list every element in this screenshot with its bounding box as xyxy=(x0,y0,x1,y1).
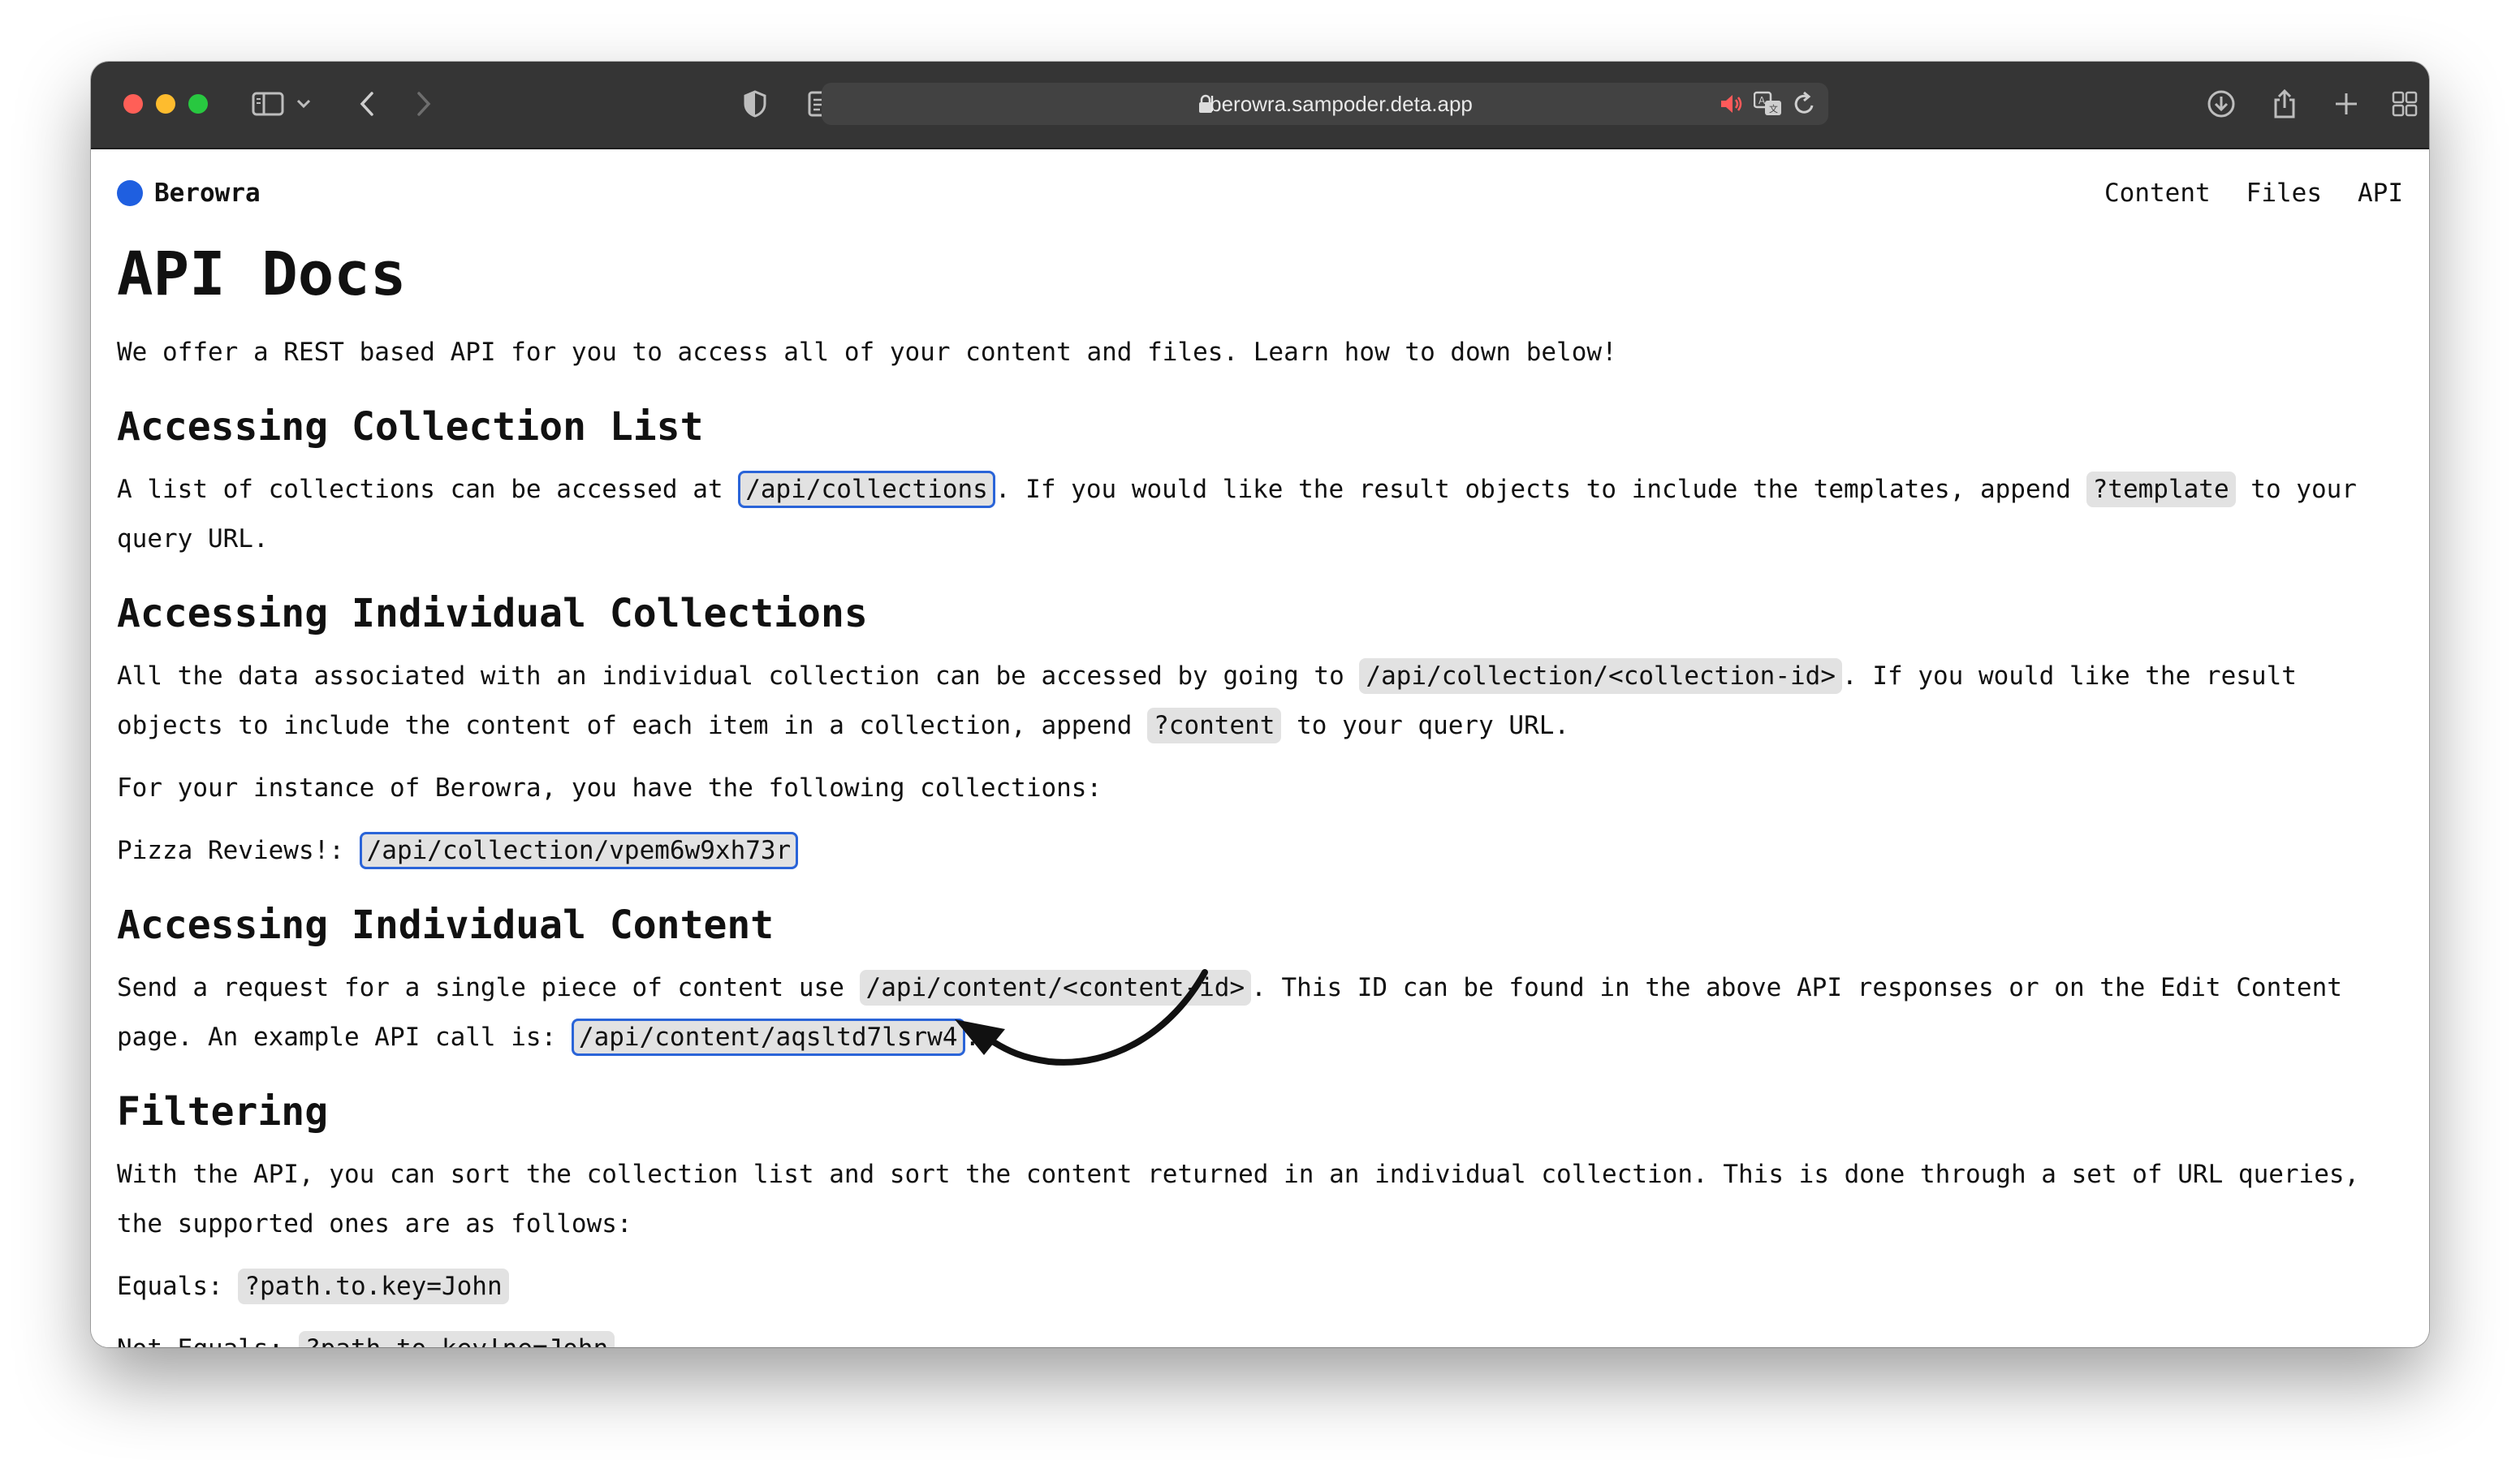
brand-name: Berowra xyxy=(154,179,261,208)
collection-link-code[interactable]: /api/collection/vpem6w9xh73r xyxy=(359,832,799,869)
not-equals-label: Not Equals: xyxy=(117,1334,283,1347)
svg-text:文: 文 xyxy=(1769,103,1778,114)
back-icon[interactable] xyxy=(349,86,385,122)
share-icon[interactable] xyxy=(2267,86,2302,122)
arrow-annotation-icon xyxy=(955,969,1208,1066)
web-page: Berowra Content Files API API Docs We of… xyxy=(91,149,2429,1347)
equals-label: Equals: xyxy=(117,1272,223,1301)
minimize-window-button[interactable] xyxy=(156,94,175,114)
translate-icon[interactable]: A文 xyxy=(1753,91,1783,121)
download-icon[interactable] xyxy=(2203,86,2239,122)
text-segment: Send a request for a single piece of con… xyxy=(117,973,844,1002)
site-brand[interactable]: Berowra xyxy=(117,179,261,208)
close-window-button[interactable] xyxy=(123,94,143,114)
section-heading-individual-content: Accessing Individual Content xyxy=(117,903,775,948)
nav-link-files[interactable]: Files xyxy=(2246,179,2322,208)
collection-id-code: /api/collection/<collection-id> xyxy=(1359,658,1842,694)
reload-icon[interactable] xyxy=(1793,91,1817,121)
example-content-code[interactable]: /api/content/aqsltd7lsrw4 xyxy=(571,1019,965,1056)
site-nav: Content Files API xyxy=(2104,179,2403,208)
tab-overview-icon[interactable] xyxy=(2387,86,2423,122)
collection-label: Pizza Reviews!: xyxy=(117,836,344,865)
zoom-window-button[interactable] xyxy=(188,94,208,114)
chevron-down-icon[interactable] xyxy=(292,86,315,122)
not-equals-code: ?path.to.key!ne=John xyxy=(298,1331,615,1347)
template-query-code: ?template xyxy=(2086,472,2236,507)
nav-link-content[interactable]: Content xyxy=(2104,179,2211,208)
text-segment: A list of collections can be accessed at xyxy=(117,475,723,504)
sidebar-icon[interactable] xyxy=(250,86,286,122)
forward-icon[interactable] xyxy=(406,86,442,122)
collection-list-text: A list of collections can be accessed at… xyxy=(117,465,2403,564)
doc-content: API Docs We offer a REST based API for y… xyxy=(117,234,2403,1347)
intro-text: We offer a REST based API for you to acc… xyxy=(117,338,1617,367)
equals-code: ?path.to.key=John xyxy=(238,1269,509,1304)
filter-equals: Equals: ?path.to.key=John xyxy=(117,1262,2403,1312)
section-heading-individual-collections: Accessing Individual Collections xyxy=(117,591,868,636)
filtering-text: With the API, you can sort the collectio… xyxy=(117,1160,2360,1239)
individual-content-text: Send a request for a single piece of con… xyxy=(117,963,2403,1062)
text-segment: to your query URL. xyxy=(1297,711,1570,740)
instance-collections-text: For your instance of Berowra, you have t… xyxy=(117,773,1102,803)
nav-link-api[interactable]: API xyxy=(2358,179,2403,208)
brand-logo-dot xyxy=(117,180,143,206)
individual-collections-text: All the data associated with an individu… xyxy=(117,652,2403,751)
new-tab-icon[interactable] xyxy=(2328,86,2364,122)
collection-entry: Pizza Reviews!: /api/collection/vpem6w9x… xyxy=(117,826,2403,876)
page-title: API Docs xyxy=(117,239,407,309)
content-query-code: ?content xyxy=(1147,708,1282,743)
address-bar[interactable]: berowra.sampoder.deta.app A文 xyxy=(822,83,1828,125)
api-collections-code[interactable]: /api/collections xyxy=(738,471,995,508)
svg-text:A: A xyxy=(1758,95,1766,106)
browser-toolbar: berowra.sampoder.deta.app A文 xyxy=(91,62,2429,149)
section-heading-collection-list: Accessing Collection List xyxy=(117,404,704,450)
privacy-shield-icon[interactable] xyxy=(737,86,773,122)
speaker-muted-icon[interactable] xyxy=(1718,91,1744,121)
section-heading-filtering: Filtering xyxy=(117,1089,329,1135)
text-segment: . If you would like the result objects t… xyxy=(995,475,2071,504)
filter-not-equals: Not Equals: ?path.to.key!ne=John xyxy=(117,1325,2403,1347)
browser-window: berowra.sampoder.deta.app A文 Berowra Con… xyxy=(91,62,2429,1347)
address-url: berowra.sampoder.deta.app xyxy=(1210,92,1473,116)
text-segment: All the data associated with an individu… xyxy=(117,661,1344,691)
